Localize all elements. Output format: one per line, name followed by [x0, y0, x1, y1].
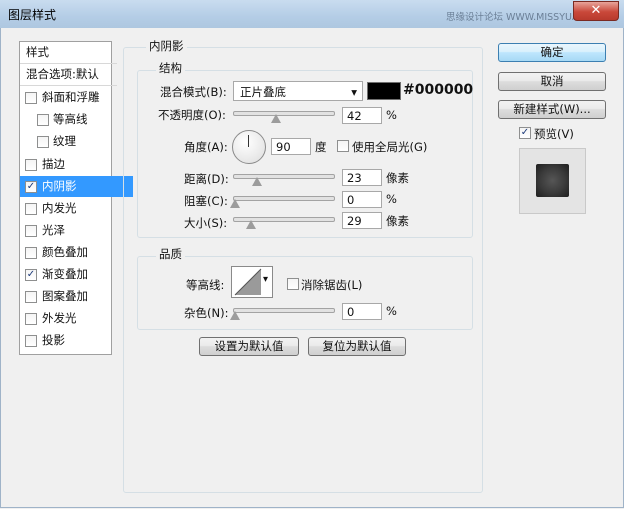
checkbox-satin[interactable] [25, 225, 37, 237]
antialias-label: 消除锯齿(L) [301, 278, 363, 292]
style-list-header: 样式 [20, 42, 117, 64]
checkbox-stroke[interactable] [25, 159, 37, 171]
ok-button[interactable]: 确定 [498, 43, 606, 62]
noise-label: 杂色(N): [184, 306, 229, 320]
checkbox-texture[interactable] [37, 136, 49, 148]
style-item-label: 图案叠加 [42, 289, 88, 303]
choke-slider[interactable] [233, 196, 335, 201]
cancel-button[interactable]: 取消 [498, 72, 606, 91]
preview-label: 预览(V) [534, 127, 574, 141]
style-item-inner-glow[interactable]: 内发光 [20, 198, 133, 219]
style-item-label: 斜面和浮雕 [42, 90, 100, 104]
checkbox-contour[interactable] [37, 114, 49, 126]
checkbox-outer-glow[interactable] [25, 313, 37, 325]
distance-label: 距离(D): [184, 172, 229, 186]
noise-slider-thumb[interactable] [230, 311, 240, 320]
blend-mode-label: 混合模式(B): [160, 85, 227, 99]
checkbox-bevel[interactable] [25, 92, 37, 104]
contour-label: 等高线: [186, 278, 225, 292]
title-bar: 图层样式 思缘设计论坛 WWW.MISSYUAN.COM ✕ [0, 0, 624, 29]
style-preview [519, 148, 586, 214]
quality-title: 品质 [156, 246, 185, 262]
preview-checkbox[interactable]: ✓ [519, 127, 531, 139]
reset-default-button[interactable]: 复位为默认值 [308, 337, 406, 356]
style-item-label: 投影 [42, 333, 65, 347]
opacity-slider-thumb[interactable] [271, 114, 281, 123]
style-item-label: 纹理 [53, 134, 76, 148]
contour-preview-icon [234, 268, 262, 296]
blending-options-item[interactable]: 混合选项:默认 [20, 64, 117, 86]
choke-field[interactable]: 0 [342, 191, 382, 208]
new-style-button[interactable]: 新建样式(W)... [498, 100, 606, 119]
chevron-down-icon: ▾ [263, 274, 269, 285]
style-item-label: 描边 [42, 157, 65, 171]
style-item-bevel[interactable]: 斜面和浮雕 [20, 87, 133, 108]
noise-field[interactable]: 0 [342, 303, 382, 320]
opacity-label: 不透明度(O): [158, 108, 226, 122]
style-item-drop-shadow[interactable]: 投影 [20, 330, 133, 351]
opacity-field[interactable]: 42 [342, 107, 382, 124]
style-item-color-overlay[interactable]: 颜色叠加 [20, 242, 133, 263]
global-light-checkbox[interactable] [337, 140, 349, 152]
angle-unit: 度 [315, 140, 327, 154]
size-unit: 像素 [386, 214, 409, 228]
style-item-label: 渐变叠加 [42, 267, 88, 281]
style-item-label: 内阴影 [42, 179, 77, 193]
size-field[interactable]: 29 [342, 212, 382, 229]
checkbox-pattern-overlay[interactable] [25, 291, 37, 303]
style-item-inner-shadow[interactable]: ✓ 内阴影 [20, 176, 133, 197]
checkbox-color-overlay[interactable] [25, 247, 37, 259]
size-label: 大小(S): [184, 216, 228, 230]
checkbox-inner-shadow[interactable]: ✓ [25, 181, 37, 193]
blend-mode-select[interactable]: 正片叠底 ▾ [233, 81, 363, 101]
distance-unit: 像素 [386, 171, 409, 185]
close-button[interactable]: ✕ [573, 1, 619, 21]
shadow-color-swatch[interactable] [367, 82, 401, 100]
distance-slider-thumb[interactable] [252, 177, 262, 186]
distance-slider[interactable] [233, 174, 335, 179]
choke-slider-thumb[interactable] [230, 199, 240, 208]
style-item-gradient-overlay[interactable]: ✓ 渐变叠加 [20, 264, 133, 285]
angle-field[interactable]: 90 [271, 138, 311, 155]
style-item-stroke[interactable]: 描边 [20, 154, 133, 175]
angle-dial[interactable] [232, 130, 266, 164]
choke-label: 阻塞(C): [184, 194, 228, 208]
blend-mode-value: 正片叠底 [240, 85, 286, 99]
style-preview-swatch [536, 164, 569, 197]
style-item-label: 等高线 [53, 112, 88, 126]
style-list: 样式 混合选项:默认 斜面和浮雕 等高线 纹理 描边 ✓ 内阴影 内发光 光泽 … [19, 41, 133, 355]
noise-slider[interactable] [233, 308, 335, 313]
global-light-label: 使用全局光(G) [352, 140, 428, 154]
antialias-checkbox[interactable] [287, 278, 299, 290]
style-item-pattern-overlay[interactable]: 图案叠加 [20, 286, 133, 307]
chevron-down-icon: ▾ [351, 85, 357, 99]
style-item-label: 外发光 [42, 311, 77, 325]
angle-label: 角度(A): [184, 140, 228, 154]
distance-field[interactable]: 23 [342, 169, 382, 186]
color-hex-label: #000000 [403, 82, 474, 98]
style-item-outer-glow[interactable]: 外发光 [20, 308, 133, 329]
style-item-label: 内发光 [42, 201, 77, 215]
make-default-button[interactable]: 设置为默认值 [199, 337, 299, 356]
angle-dial-needle [248, 135, 249, 147]
opacity-unit: % [386, 108, 397, 122]
section-title: 内阴影 [146, 38, 187, 54]
style-item-satin[interactable]: 光泽 [20, 220, 133, 241]
checkbox-inner-glow[interactable] [25, 203, 37, 215]
window-title: 图层样式 [8, 8, 57, 22]
style-item-label: 颜色叠加 [42, 245, 88, 259]
style-item-label: 光泽 [42, 223, 65, 237]
checkbox-drop-shadow[interactable] [25, 335, 37, 347]
noise-unit: % [386, 304, 397, 318]
opacity-slider[interactable] [233, 111, 335, 116]
contour-picker[interactable]: ▾ [231, 266, 273, 298]
checkbox-gradient-overlay[interactable]: ✓ [25, 269, 37, 281]
structure-title: 结构 [156, 60, 185, 76]
size-slider-thumb[interactable] [246, 220, 256, 229]
choke-unit: % [386, 192, 397, 206]
